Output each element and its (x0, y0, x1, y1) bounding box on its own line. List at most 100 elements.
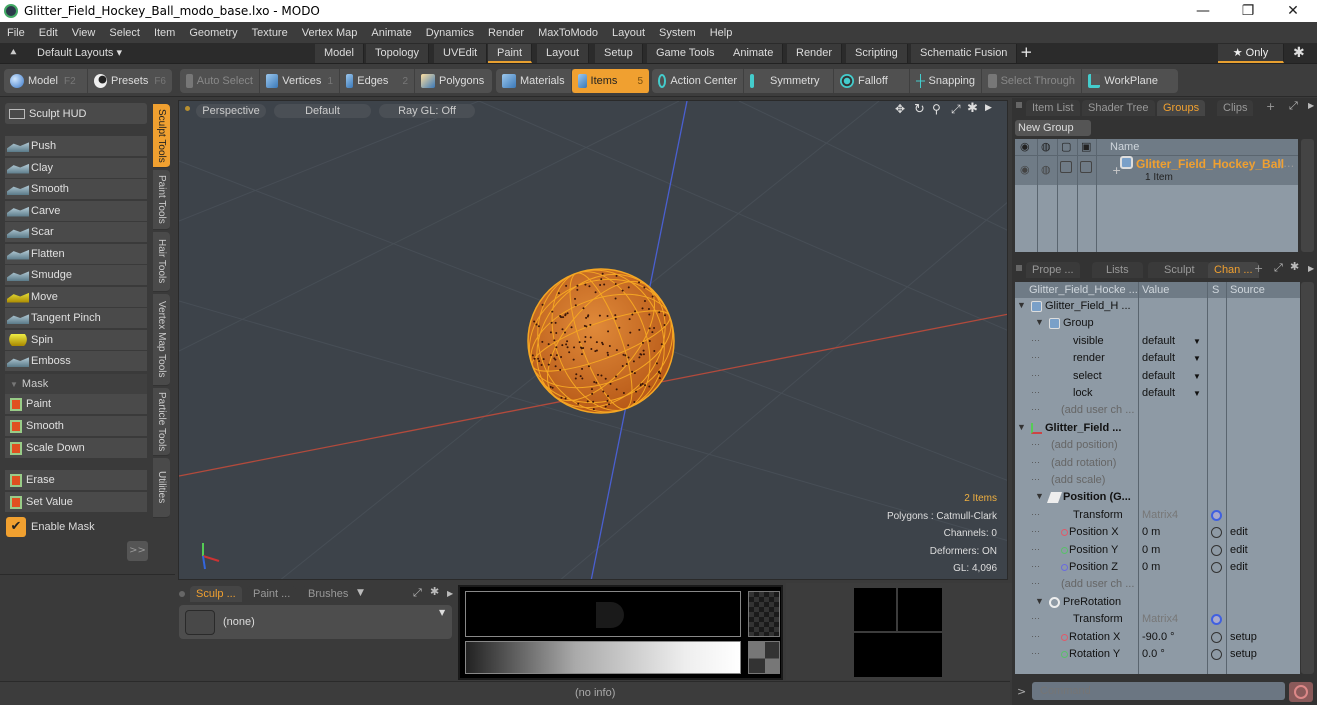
menu-vertex-map[interactable]: Vertex Map (295, 27, 365, 39)
tool-scar[interactable]: Scar (5, 222, 147, 243)
vtab-sculpt-tools[interactable]: Sculpt Tools (153, 104, 170, 168)
layout-tab-setup[interactable]: Setup (595, 44, 643, 63)
tool-emboss[interactable]: Emboss (5, 351, 147, 372)
mask-tool-set-value[interactable]: Set Value (5, 492, 147, 513)
layout-tab-game-tools[interactable]: Game Tools (647, 44, 725, 63)
menu-dynamics[interactable]: Dynamics (419, 27, 481, 39)
viewport-gear-icon[interactable]: ✱ (967, 101, 978, 116)
layout-tab-schematic-fusion[interactable]: Schematic Fusion (911, 44, 1018, 63)
tool-smooth[interactable]: Smooth (5, 179, 147, 200)
channel-row[interactable]: ··· visible default ▼ (1015, 333, 1299, 351)
symmetry-button[interactable]: Symmetry (744, 69, 834, 93)
perspective-button[interactable]: Perspective (196, 104, 266, 118)
layout-tab-model[interactable]: Model (315, 44, 364, 63)
tool-tangent-pinch[interactable]: Tangent Pinch (5, 308, 147, 329)
channel-row[interactable]: ··· Rotation Y 0.0 ° setup (1015, 646, 1299, 664)
tool-move[interactable]: Move (5, 286, 147, 308)
tree-expand-icon[interactable]: ▼ (1017, 422, 1026, 432)
expand-button[interactable]: >> (127, 541, 148, 561)
add-layout-button[interactable]: + (1020, 43, 1033, 61)
auto-select-button[interactable]: Auto Select (180, 69, 260, 93)
tab-channels[interactable]: Chan ... (1208, 262, 1259, 278)
layout-tab-topology[interactable]: Topology (366, 44, 430, 63)
channel-row[interactable]: ··· (add scale) (1015, 472, 1299, 490)
channel-row[interactable]: ··· (add user ch ... (1015, 402, 1299, 420)
value-dropdown-icon[interactable]: ▼ (1193, 354, 1201, 363)
channel-value[interactable]: -90.0 ° (1142, 631, 1175, 643)
only-toggle[interactable]: ★ Only (1218, 44, 1284, 63)
vtab-hair-tools[interactable]: Hair Tools (153, 232, 170, 292)
foreground-color-swatch[interactable] (465, 591, 741, 637)
channel-value[interactable]: default (1142, 370, 1175, 382)
mask-tool-smooth[interactable]: Smooth (5, 416, 147, 437)
channel-row[interactable]: ··· Position Y 0 m edit (1015, 542, 1299, 560)
channel-row[interactable]: ··· render default ▼ (1015, 350, 1299, 368)
tree-expand-icon[interactable]: ▼ (1035, 596, 1044, 606)
tree-expand-icon[interactable]: ▼ (1017, 300, 1026, 310)
panel-more-icon[interactable]: ▶ (1308, 101, 1314, 110)
panel-gear-icon[interactable]: ✱ (1290, 260, 1299, 273)
row-lock-toggle[interactable] (1060, 161, 1072, 173)
channel-s-header[interactable]: S (1212, 284, 1219, 296)
layout-tab-uvedit[interactable]: UVEdit (434, 44, 488, 63)
polygons-button[interactable]: Polygons (415, 69, 492, 93)
snapping-button[interactable]: Snapping (910, 69, 982, 93)
menu-view[interactable]: View (65, 27, 103, 39)
row-select-toggle[interactable] (1080, 161, 1092, 173)
state-radio[interactable] (1211, 544, 1222, 556)
restore-button[interactable]: ❐ (1225, 0, 1271, 22)
3d-viewport[interactable]: Perspective Default Ray GL: Off ✥ ↻ ⚲ ⤢ … (178, 100, 1008, 580)
channel-value[interactable]: default (1142, 387, 1175, 399)
tab-shader-tree[interactable]: Shader Tree (1082, 100, 1155, 116)
gear-icon[interactable]: ✱ (1293, 45, 1305, 61)
edges-button[interactable]: Edges 2 (340, 69, 415, 93)
viewport-more-icon[interactable]: ▶ (985, 103, 992, 113)
tab-clips[interactable]: Clips (1217, 100, 1254, 116)
brush-preset-dropdown[interactable]: (none) ▼ (179, 605, 452, 639)
tree-expand-icon[interactable]: ▼ (1035, 491, 1044, 501)
groups-scrollbar[interactable] (1301, 139, 1314, 252)
channel-row[interactable]: ··· select default ▼ (1015, 368, 1299, 386)
tree-expand-icon[interactable]: ▼ (1035, 317, 1044, 327)
layouts-arrow-icon[interactable]: ⯅ (9, 46, 18, 60)
panel-gear-icon-3[interactable]: ✱ (430, 585, 439, 598)
default-shading-button[interactable]: Default (274, 104, 371, 118)
layout-tab-scripting[interactable]: Scripting (846, 44, 908, 63)
channel-row[interactable]: ▼ Group (1015, 315, 1299, 333)
default-layouts-dropdown[interactable]: Default Layouts ▾ (37, 46, 122, 59)
menu-edit[interactable]: Edit (32, 27, 65, 39)
gradient-swatch[interactable] (465, 641, 741, 674)
visibility-eye-icon[interactable]: ◉ (1020, 140, 1030, 153)
select-through-button[interactable]: Select Through (982, 69, 1082, 93)
menu-geometry[interactable]: Geometry (182, 27, 244, 39)
panel-maximize-icon-3[interactable]: ⤢ (413, 586, 422, 600)
sculpt-hud-button[interactable]: Sculpt HUD (5, 103, 147, 125)
channels-scrollbar[interactable] (1301, 282, 1314, 674)
group-name[interactable]: Glitter_Field_Hockey_Ball (1136, 157, 1284, 171)
layout-tab-paint[interactable]: Paint (488, 44, 533, 63)
value-dropdown-icon[interactable]: ▼ (1193, 389, 1201, 398)
menu-select[interactable]: Select (102, 27, 147, 39)
tab-sculpt[interactable]: Sculpt (1148, 262, 1211, 278)
menu-item[interactable]: Item (147, 27, 182, 39)
state-radio[interactable] (1211, 562, 1222, 573)
record-macro-button[interactable] (1289, 682, 1313, 702)
enable-mask-checkbox[interactable]: ✔ (6, 517, 26, 537)
channel-row[interactable]: ··· Rotation X -90.0 ° setup (1015, 629, 1299, 647)
select-cube-icon[interactable]: ▣ (1081, 140, 1091, 153)
tool-clay[interactable]: Clay (5, 157, 147, 179)
menu-maxtomodo[interactable]: MaxToModo (531, 27, 605, 39)
channel-value[interactable]: 0.0 ° (1142, 648, 1165, 660)
channel-value[interactable]: Matrix4 (1142, 613, 1178, 625)
add-tab-button[interactable]: + (1266, 100, 1275, 113)
presets-button[interactable]: Presets F6 (88, 69, 172, 93)
tabs-dropdown-icon[interactable]: ▼ (357, 588, 364, 598)
vtab-particle-tools[interactable]: Particle Tools (153, 388, 170, 456)
menu-system[interactable]: System (652, 27, 703, 39)
matrix-link-icon[interactable] (1211, 509, 1222, 521)
state-radio[interactable] (1211, 649, 1222, 660)
channel-row[interactable]: ··· Transform Matrix4 (1015, 507, 1299, 525)
panel-more-icon-2[interactable]: ▶ (1308, 264, 1314, 273)
menu-layout[interactable]: Layout (605, 27, 652, 39)
tab-properties[interactable]: Prope ... (1026, 262, 1080, 278)
